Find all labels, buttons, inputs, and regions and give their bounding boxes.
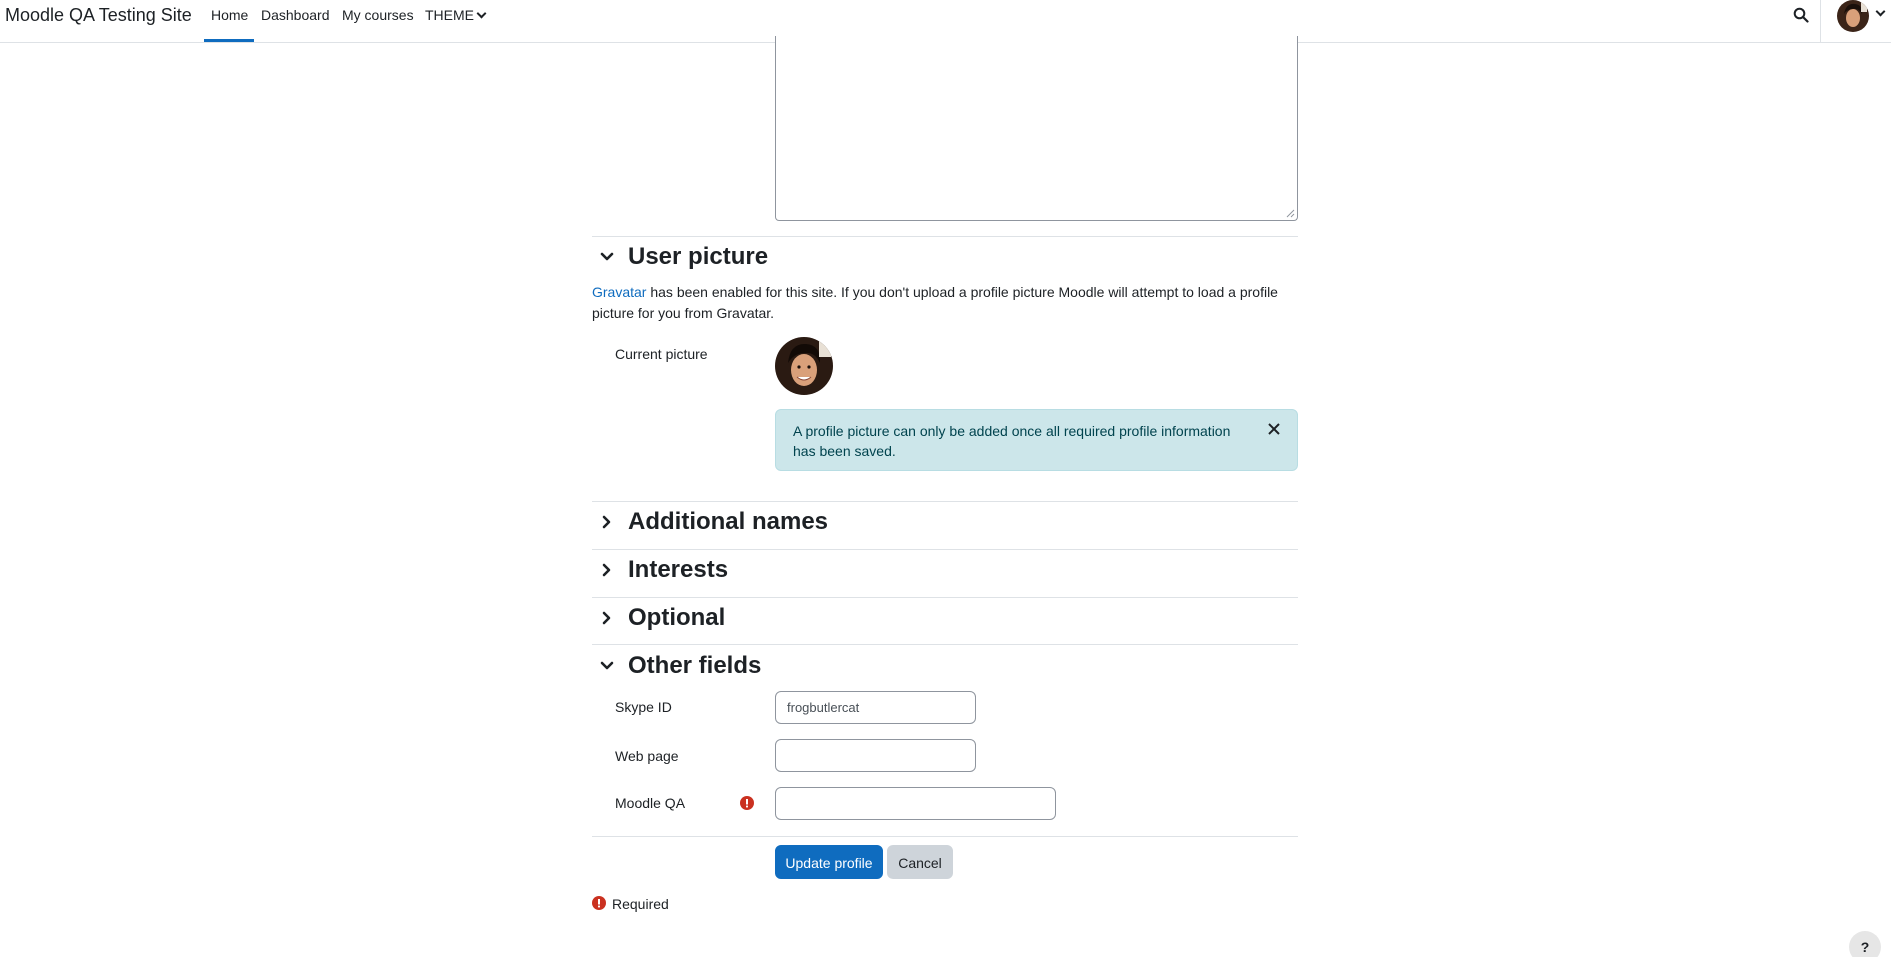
avatar-image-icon — [1837, 0, 1869, 32]
gravatar-link[interactable]: Gravatar — [592, 284, 646, 300]
section-header-optional[interactable]: Optional — [598, 604, 725, 632]
section-header-additional-names[interactable]: Additional names — [598, 508, 828, 536]
nav-home[interactable]: Home — [211, 7, 248, 23]
web-page-label: Web page — [615, 748, 679, 764]
section-divider — [592, 236, 1298, 237]
section-divider — [592, 549, 1298, 550]
nav-theme-dropdown[interactable]: THEME — [425, 7, 487, 23]
user-menu-avatar[interactable] — [1837, 0, 1869, 32]
alert-message: A profile picture can only be added once… — [793, 423, 1231, 459]
chevron-down-icon — [600, 252, 614, 261]
nav-divider — [1820, 0, 1821, 42]
nav-theme-label: THEME — [425, 7, 474, 23]
update-profile-button[interactable]: Update profile — [775, 845, 883, 879]
cancel-button[interactable]: Cancel — [887, 845, 953, 879]
description-textarea[interactable] — [775, 36, 1298, 221]
gravatar-description: has been enabled for this site. If you d… — [592, 284, 1278, 321]
required-note: Required — [612, 896, 669, 912]
chevron-down-icon[interactable] — [1875, 6, 1886, 17]
site-brand[interactable]: Moodle QA Testing Site — [5, 5, 192, 26]
section-divider — [592, 501, 1298, 502]
section-header-interests[interactable]: Interests — [598, 556, 728, 584]
current-picture — [775, 337, 833, 395]
info-alert: A profile picture can only be added once… — [775, 409, 1298, 471]
section-header-user-picture[interactable]: User picture — [598, 243, 768, 271]
profile-photo-icon — [775, 337, 833, 395]
section-title: Additional names — [628, 508, 829, 535]
current-picture-label: Current picture — [615, 346, 708, 362]
chevron-right-icon — [602, 611, 611, 625]
section-title: Other fields — [628, 652, 762, 679]
nav-my-courses[interactable]: My courses — [342, 7, 414, 23]
required-icon — [740, 796, 754, 810]
section-divider — [592, 644, 1298, 645]
required-icon — [592, 896, 606, 910]
nav-active-indicator — [204, 39, 254, 42]
section-divider — [592, 836, 1298, 837]
skype-id-input[interactable]: frogbutlercat — [775, 691, 976, 724]
section-title: Optional — [628, 604, 726, 631]
search-icon[interactable] — [1793, 7, 1809, 23]
resize-grip-icon[interactable] — [1286, 209, 1295, 218]
chevron-down-icon — [600, 661, 614, 670]
chevron-down-icon — [476, 8, 487, 19]
close-icon[interactable] — [1267, 422, 1281, 436]
chevron-right-icon — [602, 515, 611, 529]
moodle-qa-label: Moodle QA — [615, 795, 686, 811]
section-title: Interests — [628, 556, 729, 583]
nav-dashboard[interactable]: Dashboard — [261, 7, 330, 23]
skype-id-label: Skype ID — [615, 699, 672, 715]
web-page-input[interactable] — [775, 739, 976, 772]
section-title: User picture — [628, 243, 769, 270]
help-button[interactable]: ? — [1849, 931, 1881, 957]
chevron-right-icon — [602, 563, 611, 577]
section-header-other-fields[interactable]: Other fields — [598, 652, 761, 680]
gravatar-info: Gravatar has been enabled for this site.… — [592, 282, 1298, 324]
moodle-qa-input[interactable] — [775, 787, 1056, 820]
section-divider — [592, 597, 1298, 598]
